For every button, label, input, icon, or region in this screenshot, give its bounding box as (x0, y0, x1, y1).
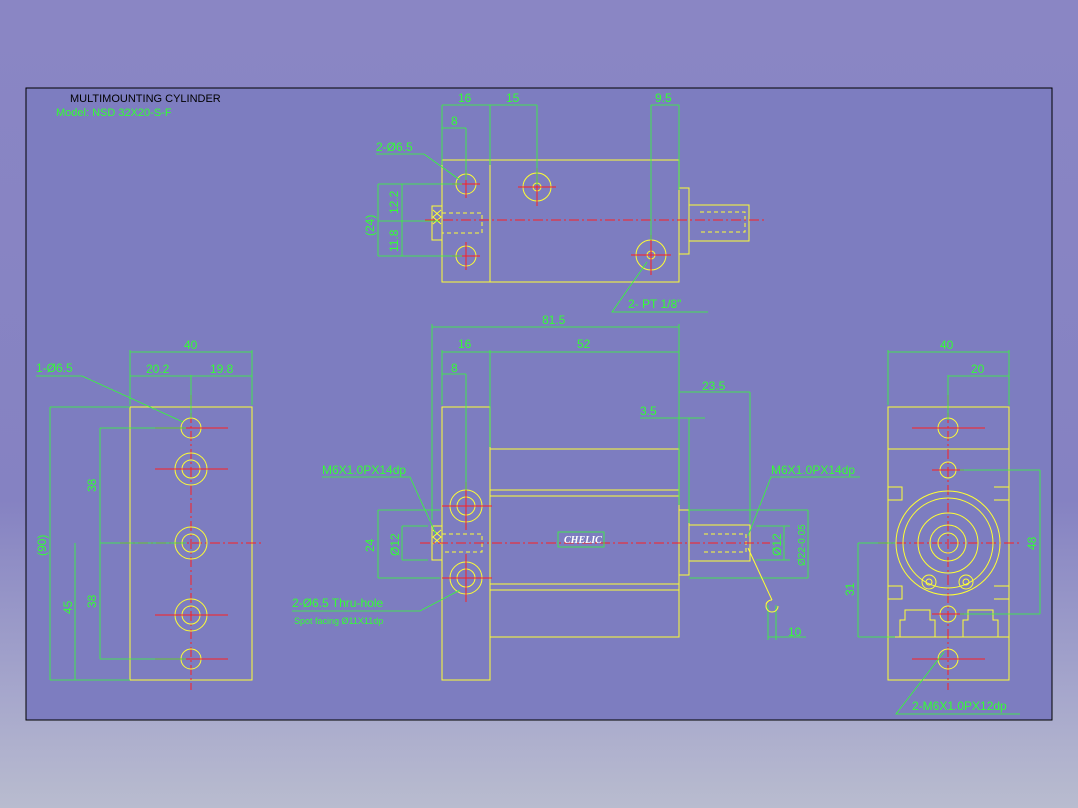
front-dim-d22: Ø22-0.05 (797, 524, 808, 566)
top-dim-11.8: 11.8 (387, 229, 401, 252)
top-callout-holes: 2-Ø6.5 (376, 140, 413, 154)
right-callout-thread: 2-M6X1.0PX12dp (912, 699, 1007, 713)
cad-drawing: MULTIMOUNTING CYLINDER Model: NSD 32X20-… (25, 87, 1053, 721)
top-dim-16: 16 (458, 91, 472, 105)
chelic-logo: CHELIC (557, 531, 605, 548)
front-dim-8: 8 (451, 361, 458, 375)
left-dim-38b: 38 (85, 594, 99, 608)
right-dim-48: 48 (1025, 536, 1039, 550)
front-callout-thread-left: M6X1.0PX14dp (322, 463, 406, 477)
front-dim-24: 24 (363, 538, 377, 552)
left-dim-19.8: 19.8 (210, 362, 234, 376)
top-dim-8: 8 (451, 114, 458, 128)
top-dim-9.5: 9.5 (655, 91, 672, 105)
left-dim-45: 45 (61, 600, 75, 614)
front-callout-thread-right: M6X1.0PX14dp (771, 463, 855, 477)
chelic-logo-text: CHELIC (564, 535, 602, 546)
left-dim-38a: 38 (85, 478, 99, 492)
front-dim-10: 10 (788, 625, 802, 639)
left-dim-90: (90) (35, 535, 49, 556)
left-callout-hole: 1-Ø6.5 (36, 361, 73, 375)
drawing-title: MULTIMOUNTING CYLINDER (70, 93, 221, 105)
model-label: Model: NSD 32X20-S-F (56, 107, 172, 119)
right-dim-31: 31 (843, 582, 857, 596)
front-dim-d12-left: Ø12 (388, 533, 402, 556)
right-dim-40: 40 (940, 338, 954, 352)
front-dim-3.5: 3.5 (640, 404, 657, 418)
left-dim-40: 40 (184, 338, 198, 352)
top-callout-ports: 2- PT 1/8" (628, 297, 681, 311)
front-dim-d12-right: Ø12 (770, 533, 784, 556)
front-dim-52: 52 (577, 337, 591, 351)
front-dim-23.5: 23.5 (702, 379, 726, 393)
front-dim-81.5: 81.5 (542, 313, 566, 327)
top-dim-15: 15 (506, 91, 520, 105)
front-dim-16: 16 (458, 337, 472, 351)
front-callout-thru-hole: 2-Ø6.5 Thru-hole (292, 596, 383, 610)
top-dim-12.2: 12.2 (387, 190, 401, 214)
drawing-frame (25, 87, 1053, 721)
left-dim-20.2: 20.2 (146, 362, 170, 376)
right-dim-20: 20 (971, 362, 985, 376)
front-callout-spot-facing: Spot facing Ø11X11dp (294, 616, 383, 626)
top-dim-24: (24) (363, 215, 377, 236)
